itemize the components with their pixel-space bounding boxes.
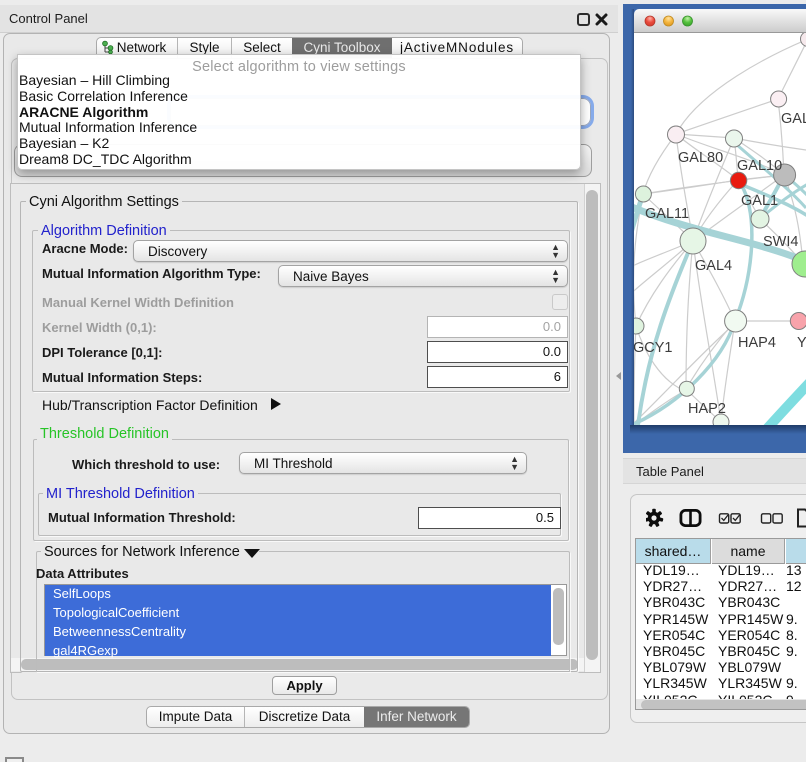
svg-text:Y: Y — [797, 335, 806, 351]
svg-text:GAL11: GAL11 — [645, 206, 689, 222]
svg-text:SWI4: SWI4 — [763, 234, 798, 250]
svg-text:GCY1: GCY1 — [634, 340, 673, 356]
svg-text:GAL80: GAL80 — [678, 150, 723, 166]
svg-text:GAL7: GAL7 — [781, 111, 806, 127]
svg-text:GAL4: GAL4 — [695, 258, 732, 274]
svg-text:GAL10: GAL10 — [737, 158, 782, 174]
svg-text:GAL1: GAL1 — [741, 193, 778, 209]
svg-text:HAP4: HAP4 — [738, 335, 776, 351]
svg-text:HAP2: HAP2 — [688, 401, 726, 417]
